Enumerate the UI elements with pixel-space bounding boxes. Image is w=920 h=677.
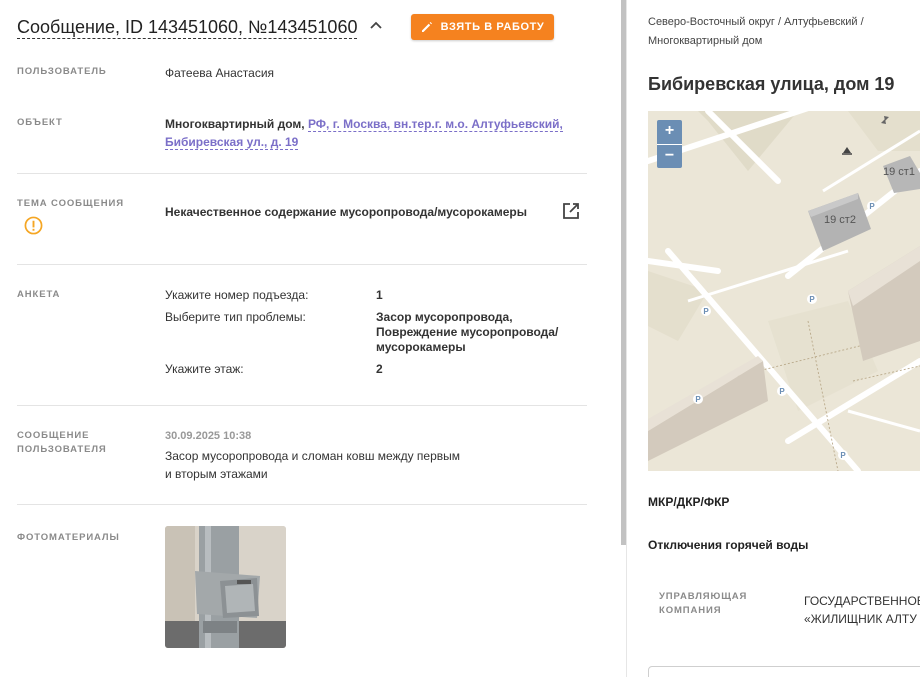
take-to-work-label: ВЗЯТЬ В РАБОТУ	[440, 21, 545, 33]
mkr-section-title[interactable]: МКР/ДКР/ФКР	[648, 495, 729, 509]
divider	[17, 504, 587, 505]
survey-question: Выберите тип проблемы:	[165, 310, 306, 324]
message-label-line: ПОЛЬЗОВАТЕЛЯ	[17, 444, 107, 455]
svg-text:P: P	[695, 395, 701, 404]
pencil-icon	[421, 22, 432, 32]
topic-value: Некачественное содержание мусоропровода/…	[165, 205, 527, 219]
object-value: Многоквартирный дом, РФ, г. Москва, вн.т…	[165, 115, 585, 151]
hotwater-section-title[interactable]: Отключения горячей воды	[648, 538, 808, 552]
message-label-line: СООБЩЕНИЕ	[17, 430, 90, 441]
survey-label: АНКЕТА	[17, 289, 61, 300]
message-header: Сообщение, ID 143451060, №143451060 ВЗЯТ…	[17, 14, 577, 42]
open-external-icon[interactable]	[562, 202, 580, 220]
map-building-label: 19 ст2	[824, 214, 856, 226]
mgmt-value-line: ГОСУДАРСТВЕННОЕ	[804, 594, 920, 608]
survey-answer: 1	[376, 288, 383, 302]
map-building-label: 19 ст1	[883, 166, 915, 178]
zoom-in-button[interactable]: +	[657, 120, 682, 144]
zoom-out-button[interactable]: −	[657, 145, 682, 169]
photos-label: ФОТОМАТЕРИАЛЫ	[17, 532, 120, 543]
bottom-card[interactable]	[648, 666, 920, 677]
message-date: 30.09.2025 10:38	[165, 430, 252, 442]
survey-answer: 2	[376, 362, 383, 376]
message-text-line: Засор мусоропровода и сломан ковш между …	[165, 449, 461, 463]
survey-answer: Засор мусоропровода, Повреждение мусороп…	[376, 310, 576, 355]
svg-text:P: P	[840, 451, 846, 460]
divider	[17, 173, 587, 174]
object-address-link-line1[interactable]: РФ, г. Москва, вн.тер.г. м.о. Алтуфьевск…	[307, 117, 563, 132]
svg-text:P: P	[703, 307, 709, 316]
object-address-link-line2[interactable]: Бибиревская ул., д. 19	[165, 135, 299, 150]
object-label: ОБЪЕКТ	[17, 117, 63, 128]
warning-icon	[24, 216, 43, 235]
map[interactable]: 19 ст2 19 ст1 P P P P P P + −	[648, 111, 920, 471]
survey-answer-line: мусорокамеры	[376, 340, 466, 354]
garbage-chute-photo	[165, 526, 286, 648]
take-to-work-button[interactable]: ВЗЯТЬ В РАБОТУ	[411, 14, 554, 40]
survey-answer-line: Повреждение мусоропровода/	[376, 325, 559, 339]
svg-text:P: P	[869, 202, 875, 211]
mgmt-company-label: УПРАВЛЯЮЩАЯ КОМПАНИЯ	[659, 590, 747, 618]
user-value: Фатеева Анастасия	[165, 66, 275, 80]
breadcrumb-line[interactable]: Многоквартирный дом	[648, 35, 762, 47]
object-title: Бибиревская улица, дом 19	[648, 74, 895, 94]
mgmt-label-line: УПРАВЛЯЮЩАЯ	[659, 591, 748, 602]
survey-answer-line: Засор мусоропровода,	[376, 310, 513, 324]
topic-label: ТЕМА СООБЩЕНИЯ	[17, 198, 124, 209]
breadcrumb: Северо-Восточный округ / Алтуфьевский / …	[648, 13, 918, 51]
mgmt-label-line: КОМПАНИЯ	[659, 605, 722, 616]
mgmt-company-value: ГОСУДАРСТВЕННОЕ «ЖИЛИЩНИК АЛТУ	[804, 592, 920, 628]
survey-question: Укажите этаж:	[165, 362, 244, 376]
svg-text:P: P	[779, 387, 785, 396]
photo-thumbnail[interactable]	[165, 526, 286, 648]
mgmt-value-line: «ЖИЛИЩНИК АЛТУ	[804, 612, 917, 626]
message-detail-panel: Сообщение, ID 143451060, №143451060 ВЗЯТ…	[0, 0, 620, 677]
user-label: ПОЛЬЗОВАТЕЛЬ	[17, 66, 107, 77]
message-title[interactable]: Сообщение, ID 143451060, №143451060	[17, 16, 358, 39]
chevron-up-icon[interactable]	[369, 18, 383, 32]
breadcrumb-line[interactable]: Северо-Восточный округ / Алтуфьевский /	[648, 16, 864, 28]
message-text-line: и вторым этажами	[165, 467, 268, 481]
object-info-panel: Северо-Восточный округ / Алтуфьевский / …	[627, 0, 920, 677]
map-canvas: 19 ст2 19 ст1 P P P P P P	[648, 111, 920, 471]
map-zoom-control: + −	[657, 120, 682, 168]
divider	[17, 264, 587, 265]
message-label: СООБЩЕНИЕ ПОЛЬЗОВАТЕЛЯ	[17, 429, 107, 457]
object-type: Многоквартирный дом,	[165, 117, 305, 131]
divider	[17, 405, 587, 406]
message-text: Засор мусоропровода и сломан ковш между …	[165, 447, 485, 483]
survey-question: Укажите номер подъезда:	[165, 288, 309, 302]
svg-text:P: P	[809, 295, 815, 304]
